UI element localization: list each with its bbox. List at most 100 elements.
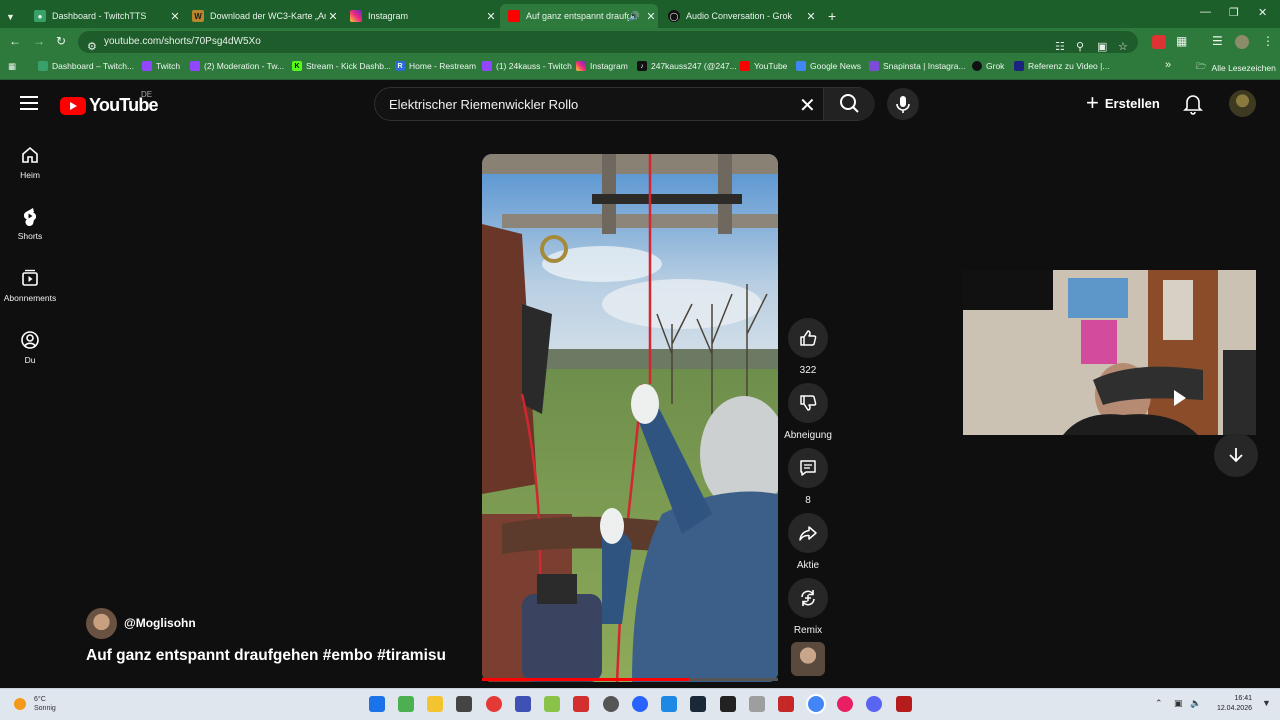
sidebar-item-subscriptions[interactable]: Abonnements bbox=[0, 268, 60, 303]
volume-icon[interactable]: 🔈 bbox=[1190, 698, 1201, 709]
next-short-button[interactable] bbox=[1214, 433, 1258, 477]
search-box[interactable]: Elektrischer Riemenwickler Rollo ✕ bbox=[374, 87, 875, 121]
obs-icon[interactable] bbox=[603, 696, 619, 712]
calculator-icon[interactable] bbox=[398, 696, 414, 712]
minimize-button[interactable]: — bbox=[1200, 6, 1211, 18]
chrome-icon[interactable] bbox=[808, 696, 824, 712]
dislike-button[interactable]: Abneigung bbox=[784, 383, 832, 441]
menu-icon[interactable]: ⋮ bbox=[1262, 34, 1274, 48]
translate-icon[interactable]: ☷ bbox=[1055, 36, 1065, 58]
reload-button[interactable]: ↻ bbox=[56, 34, 66, 48]
more-bookmarks-button[interactable]: » bbox=[1165, 59, 1171, 71]
zoom-icon[interactable]: ⚲ bbox=[1076, 36, 1084, 58]
video-progress-bar[interactable] bbox=[482, 678, 778, 681]
apps-grid-icon[interactable]: ▦ bbox=[8, 61, 16, 72]
short-video-player[interactable] bbox=[482, 154, 778, 682]
create-label: Erstellen bbox=[1104, 95, 1160, 111]
tab-twitchtts[interactable]: ● Dashboard - TwitchTTS ✕ bbox=[26, 4, 182, 28]
back-button[interactable]: ← bbox=[9, 34, 21, 48]
sidebar-item-home[interactable]: Heim bbox=[0, 145, 60, 180]
window-close-button[interactable]: ✕ bbox=[1258, 6, 1267, 19]
app-icon[interactable] bbox=[778, 696, 794, 712]
mouse-app-icon[interactable] bbox=[456, 696, 472, 712]
like-button[interactable]: 322 bbox=[784, 318, 832, 376]
minecraft-icon[interactable] bbox=[544, 696, 560, 712]
remix-button[interactable]: Remix bbox=[784, 578, 832, 636]
address-bar[interactable]: ⚙ youtube.com/shorts/70Psg4dW5Xo ☷ ⚲ ▣ ☆ bbox=[78, 31, 1138, 53]
steam-icon[interactable] bbox=[690, 696, 706, 712]
tab-label: Instagram bbox=[368, 11, 409, 21]
v-app-icon[interactable] bbox=[515, 696, 531, 712]
restore-button[interactable]: ❐ bbox=[1229, 6, 1239, 19]
search-button[interactable] bbox=[823, 88, 875, 120]
bookmark-item[interactable]: Snapinsta | Instagra... bbox=[869, 61, 966, 71]
close-icon[interactable]: ✕ bbox=[168, 10, 182, 23]
tab-youtube-short[interactable]: Auf ganz entspannt draufg 🔊 ✕ bbox=[500, 4, 658, 28]
bookmark-item[interactable]: YouTube bbox=[740, 61, 787, 71]
sidebar-item-shorts[interactable]: Shorts bbox=[0, 206, 60, 241]
bookmark-item[interactable]: Grok bbox=[972, 61, 1004, 71]
taskbar-clock[interactable]: 16:41 12.04.2026 bbox=[1210, 694, 1252, 714]
kick-icon: K bbox=[292, 61, 302, 71]
new-tab-button[interactable]: + bbox=[820, 4, 840, 28]
tab-search-button[interactable]: ▼ bbox=[0, 5, 24, 29]
bookmark-item[interactable]: Referenz zu Video |... bbox=[1014, 61, 1109, 71]
tab-wc3[interactable]: W Download der WC3-Karte „Ani ✕ bbox=[184, 4, 340, 28]
bookmark-item[interactable]: Dashboard – Twitch... bbox=[38, 61, 134, 71]
bookmark-star-icon[interactable]: ☆ bbox=[1118, 36, 1128, 58]
start-icon[interactable] bbox=[369, 696, 385, 712]
bookmark-item[interactable]: R Home - Restream bbox=[395, 61, 476, 71]
close-icon[interactable]: ✕ bbox=[804, 10, 818, 23]
file-explorer-icon[interactable] bbox=[427, 696, 443, 712]
bookmark-item[interactable]: (1) 24kauss - Twitch bbox=[482, 61, 572, 71]
sound-thumbnail[interactable] bbox=[791, 642, 825, 676]
extensions-puzzle-icon[interactable]: ▦ bbox=[1176, 34, 1187, 48]
forward-button[interactable]: → bbox=[33, 34, 45, 48]
tab-grok[interactable]: ◯ Audio Conversation - Grok ✕ bbox=[660, 4, 818, 28]
channel-avatar[interactable] bbox=[86, 608, 117, 639]
sidebar-item-you[interactable]: Du bbox=[0, 330, 60, 365]
search-input[interactable]: Elektrischer Riemenwickler Rollo bbox=[389, 97, 578, 112]
opera-icon[interactable] bbox=[837, 696, 853, 712]
media-icon[interactable] bbox=[573, 696, 589, 712]
remix-icon bbox=[801, 590, 815, 606]
audio-playing-icon[interactable]: 🔊 bbox=[629, 11, 640, 22]
app-icon[interactable] bbox=[661, 696, 677, 712]
media-control-icon[interactable]: ☰ bbox=[1212, 34, 1223, 48]
epic-games-icon[interactable] bbox=[720, 696, 736, 712]
site-info-icon[interactable]: ⚙ bbox=[87, 36, 97, 58]
bookmark-item[interactable]: Instagram bbox=[576, 61, 628, 71]
extension-icon[interactable] bbox=[1152, 35, 1166, 49]
profile-avatar[interactable] bbox=[1235, 35, 1249, 49]
bookmark-item[interactable]: Google News bbox=[796, 61, 861, 71]
bookmark-item[interactable]: (2) Moderation - Tw... bbox=[190, 61, 284, 71]
close-icon[interactable]: ✕ bbox=[326, 10, 340, 23]
notifications-button[interactable] bbox=[1183, 93, 1203, 120]
app-icon[interactable] bbox=[896, 696, 912, 712]
app-icon[interactable] bbox=[486, 696, 502, 712]
install-icon[interactable]: ▣ bbox=[1097, 36, 1107, 58]
comments-button[interactable]: 8 bbox=[784, 448, 832, 506]
weather-widget[interactable]: 6°C Sonnig bbox=[14, 695, 56, 713]
voice-search-button[interactable] bbox=[887, 88, 919, 120]
all-bookmarks-button[interactable]: 🗁 Alle Lesezeichen bbox=[1196, 61, 1276, 75]
close-icon[interactable]: ✕ bbox=[484, 10, 498, 23]
comment-icon bbox=[800, 460, 816, 476]
bookmark-item[interactable]: Twitch bbox=[142, 61, 180, 71]
tray-chevron-icon[interactable]: ⌃ bbox=[1155, 698, 1163, 709]
bookmark-item[interactable]: K Stream - Kick Dashb... bbox=[292, 61, 391, 71]
clear-search-button[interactable]: ✕ bbox=[799, 93, 816, 118]
app-icon[interactable] bbox=[632, 696, 648, 712]
network-icon[interactable]: ▣ bbox=[1174, 698, 1183, 709]
hamburger-menu-icon[interactable] bbox=[20, 96, 38, 110]
share-button[interactable]: Aktie bbox=[784, 513, 832, 571]
notification-bell-icon[interactable]: ▼ bbox=[1262, 698, 1271, 708]
channel-name[interactable]: @Moglisohn bbox=[124, 616, 196, 630]
bookmark-item[interactable]: ♪ 247kauss247 (@247... bbox=[637, 61, 737, 71]
create-button[interactable]: + Erstellen bbox=[1086, 92, 1160, 114]
app-icon[interactable] bbox=[749, 696, 765, 712]
tab-instagram[interactable]: Instagram ✕ bbox=[342, 4, 498, 28]
close-icon[interactable]: ✕ bbox=[644, 10, 658, 23]
account-avatar[interactable] bbox=[1229, 90, 1256, 117]
discord-icon[interactable] bbox=[866, 696, 882, 712]
